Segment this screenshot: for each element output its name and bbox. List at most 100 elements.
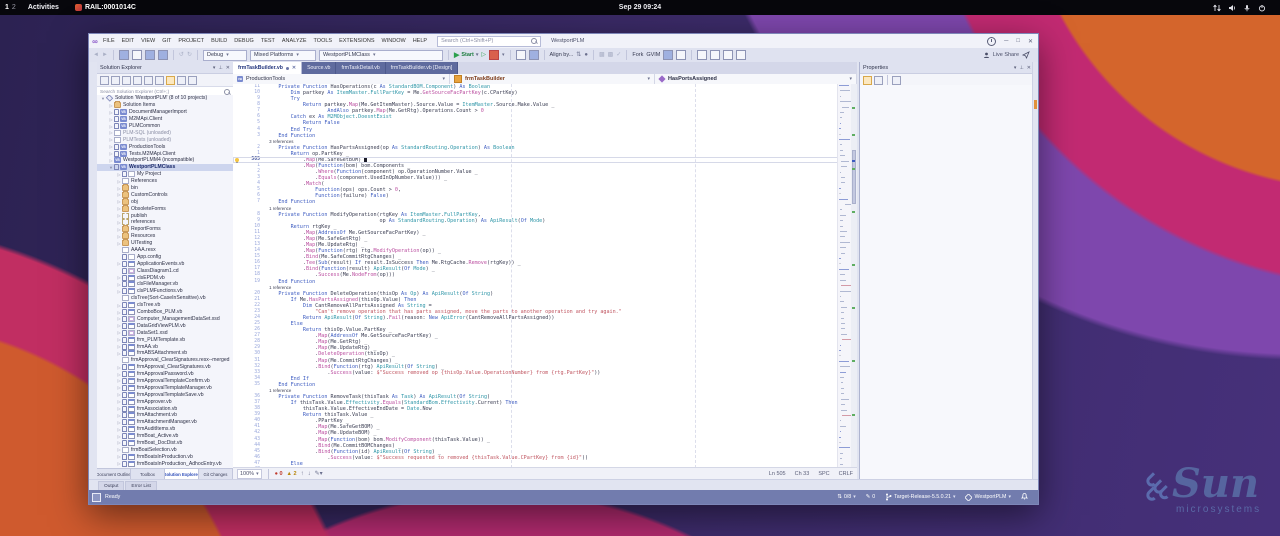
- bookmark-prev-icon[interactable]: [710, 50, 720, 60]
- home-icon[interactable]: [122, 76, 131, 85]
- tree-item[interactable]: ▷VBProductionTools: [97, 143, 233, 150]
- tree-item[interactable]: ▷frm_PLMTemplate.vb: [97, 336, 233, 343]
- format-icon[interactable]: ✓: [616, 50, 621, 60]
- tree-item[interactable]: ▷frmBoat_Active.vb: [97, 433, 233, 440]
- menu-project[interactable]: PROJECT: [178, 38, 204, 44]
- live-share-button[interactable]: Live Share: [983, 51, 1030, 59]
- clock[interactable]: Sep 29 09:24: [0, 4, 1280, 11]
- tree-item[interactable]: ▷frmApprovalTemplateConfirm.vb: [97, 378, 233, 385]
- tree-item[interactable]: ▷frmApproval_ClearSignatures.vb: [97, 364, 233, 371]
- minimize-button[interactable]: ─: [1004, 38, 1008, 44]
- sync-commits-button[interactable]: ⇅ 0/8 ▾: [837, 494, 855, 500]
- branch-button[interactable]: Target-Release-5.5.0.21 ▾: [885, 493, 955, 501]
- bookmark-toggle-icon[interactable]: [697, 50, 707, 60]
- refresh-icon[interactable]: [144, 76, 153, 85]
- close-panel-icon[interactable]: ✕: [226, 65, 230, 71]
- pin-icon[interactable]: ⊥: [218, 65, 222, 71]
- code-cleanup-icon[interactable]: ✎▾: [315, 469, 323, 479]
- project-dropdown[interactable]: VB ProductionTools ▾: [233, 74, 450, 84]
- tree-item[interactable]: ▷clsFileManager.vb: [97, 281, 233, 288]
- hot-reload-icon[interactable]: [489, 50, 499, 60]
- type-dropdown[interactable]: frmTaskBuilder ▾: [450, 74, 655, 84]
- switch-views-icon[interactable]: [100, 76, 109, 85]
- quick-search-box[interactable]: Search (Ctrl+Shift+P): [437, 36, 541, 47]
- menu-git[interactable]: GIT: [162, 38, 171, 44]
- tool-tab-git-changes[interactable]: Git Changes: [199, 469, 233, 479]
- start-without-debug-icon[interactable]: ▷: [481, 50, 486, 60]
- tree-item[interactable]: ▷frmApprover.vb: [97, 398, 233, 405]
- menu-build[interactable]: BUILD: [211, 38, 227, 44]
- categorized-icon[interactable]: [863, 76, 872, 85]
- tree-item[interactable]: App.config: [97, 253, 233, 260]
- tree-item[interactable]: AAAA.resx: [97, 247, 233, 254]
- fork-button[interactable]: Fork: [632, 52, 643, 58]
- menu-view[interactable]: VIEW: [141, 38, 155, 44]
- tree-item[interactable]: frmApproval_ClearSignatures.resx--merged: [97, 357, 233, 364]
- properties-header[interactable]: Properties ▾ ⊥ ✕: [860, 62, 1034, 74]
- open-file-icon[interactable]: [132, 50, 142, 60]
- document-tab[interactable]: Source.vb: [302, 62, 336, 74]
- panel-tab-error-list[interactable]: Error List: [125, 481, 156, 491]
- menu-test[interactable]: TEST: [261, 38, 275, 44]
- space-indicator[interactable]: SPC: [818, 471, 829, 477]
- tree-item[interactable]: ▷references: [97, 219, 233, 226]
- close-button[interactable]: ✕: [1028, 38, 1033, 45]
- align-options-icon[interactable]: ⇅: [576, 50, 581, 60]
- menu-tools[interactable]: TOOLS: [314, 38, 333, 44]
- system-tray[interactable]: [1213, 0, 1266, 15]
- scrollbar-thumb[interactable]: [852, 150, 856, 204]
- tree-item[interactable]: ▷PLMTests (unloaded): [97, 136, 233, 143]
- menu-analyze[interactable]: ANALYZE: [282, 38, 307, 44]
- tree-item[interactable]: ▷ApplicationEvents.vb: [97, 260, 233, 267]
- tree-item[interactable]: ▷obj: [97, 198, 233, 205]
- show-all-files-icon[interactable]: [166, 76, 175, 85]
- tree-item[interactable]: ▷UITesting: [97, 240, 233, 247]
- tool-tab-toolbox[interactable]: Toolbox: [131, 469, 165, 479]
- menu-help[interactable]: HELP: [413, 38, 427, 44]
- align-by-button[interactable]: Align by...: [550, 52, 574, 58]
- tree-item[interactable]: ▷clsPLMFunctions.vb: [97, 288, 233, 295]
- tree-item[interactable]: ▷frmApprovalPassword.vb: [97, 371, 233, 378]
- maximize-button[interactable]: □: [1016, 38, 1020, 44]
- tree-item[interactable]: ▷DataSet1.xsd: [97, 329, 233, 336]
- tree-item[interactable]: ▷Solution Items: [97, 102, 233, 109]
- tree-item[interactable]: ▷VBM2MApi.Client: [97, 116, 233, 123]
- window-position-icon[interactable]: ▾: [1014, 65, 1017, 71]
- find-in-files-icon[interactable]: [516, 50, 526, 60]
- close-panel-icon[interactable]: ✕: [1027, 65, 1031, 71]
- start-debug-button[interactable]: ▶ Start ▾: [454, 51, 478, 59]
- tree-item[interactable]: ▷VBDocumentManagerImport: [97, 109, 233, 116]
- power-icon[interactable]: [1258, 4, 1266, 12]
- tree-item[interactable]: ▷frmBoatsInProduction.vb: [97, 453, 233, 460]
- window-position-icon[interactable]: ▾: [213, 65, 216, 71]
- tree-item[interactable]: ▼VBWestportPLMClass: [97, 164, 233, 171]
- panel-tab-output[interactable]: Output: [98, 481, 124, 491]
- network-icon[interactable]: [1213, 4, 1221, 12]
- tree-item[interactable]: ▷frmBoatSelection.vb: [97, 446, 233, 453]
- bookmark-clear-icon[interactable]: [736, 50, 746, 60]
- volume-icon[interactable]: [1228, 4, 1236, 12]
- member-dropdown[interactable]: HasPortsAssigned ▾: [655, 74, 857, 84]
- eol-indicator[interactable]: CRLF: [839, 471, 853, 477]
- redo-icon[interactable]: ↻: [187, 50, 192, 60]
- tree-item[interactable]: ▷ObsoleteForms: [97, 205, 233, 212]
- line-indicator[interactable]: Ln 505: [769, 471, 786, 477]
- history-icon[interactable]: [676, 50, 686, 60]
- tree-item[interactable]: ▷frmAuditItems.vb: [97, 426, 233, 433]
- compare-icon[interactable]: [663, 50, 673, 60]
- menu-window[interactable]: WINDOW: [382, 38, 406, 44]
- tree-item[interactable]: ▷frmABSAttachment.vb: [97, 350, 233, 357]
- microphone-icon[interactable]: [1243, 4, 1251, 12]
- save-all-icon[interactable]: [158, 50, 168, 60]
- pin-icon[interactable]: ⊥: [1019, 65, 1023, 71]
- menu-debug[interactable]: DEBUG: [234, 38, 254, 44]
- close-tab-icon[interactable]: ✕: [292, 65, 296, 71]
- menu-edit[interactable]: EDIT: [122, 38, 135, 44]
- menu-extensions[interactable]: EXTENSIONS: [339, 38, 374, 44]
- notifications-bell-icon[interactable]: [1021, 492, 1028, 502]
- warning-count[interactable]: ▲ 2: [287, 471, 297, 477]
- error-count[interactable]: ● 0: [275, 471, 283, 477]
- char-indicator[interactable]: Ch 33: [795, 471, 810, 477]
- solution-explorer-header[interactable]: Solution Explorer ▾ ⊥ ✕: [97, 62, 233, 74]
- tree-item[interactable]: ▷ComboBox_PLM.vb: [97, 309, 233, 316]
